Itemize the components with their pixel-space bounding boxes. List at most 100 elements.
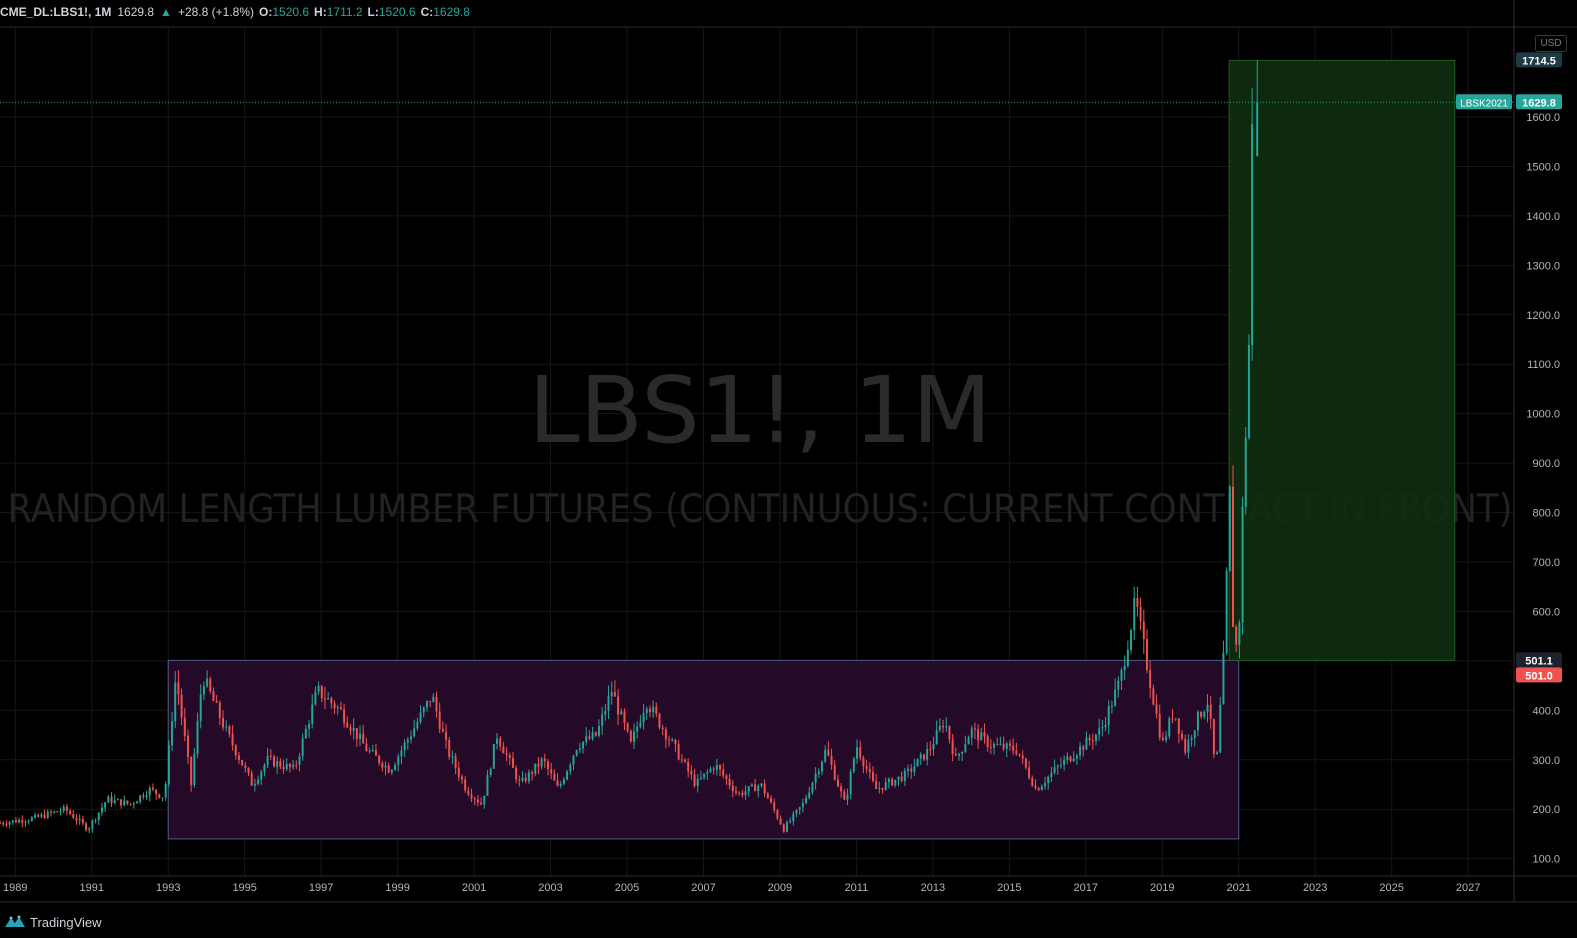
candle-body	[279, 761, 282, 767]
candle-body	[623, 711, 626, 724]
candle-body	[986, 736, 989, 748]
candle-body	[1130, 630, 1133, 650]
candle-body	[8, 822, 11, 825]
candle-body	[750, 784, 753, 787]
price-chart[interactable]: LBS1!, 1M RANDOM LENGTH LUMBER FUTURES (…	[0, 0, 1577, 938]
candle-body	[34, 814, 37, 818]
candle-body	[849, 771, 852, 795]
candle-body	[785, 822, 788, 832]
candle-body	[712, 768, 715, 770]
candle-body	[228, 726, 231, 734]
candle-body	[21, 819, 24, 823]
candle-body	[693, 774, 696, 786]
candle-body	[231, 733, 234, 746]
candle-body	[355, 728, 358, 739]
x-tick-label: 2027	[1456, 882, 1480, 894]
y-tick-label: 1100.0	[1527, 359, 1560, 371]
candle-body	[24, 821, 27, 823]
candle-body	[553, 773, 556, 781]
candle-body	[225, 726, 228, 728]
candle-body	[875, 780, 878, 790]
candle-body	[652, 706, 655, 713]
candle-body	[257, 779, 260, 784]
candle-body	[760, 783, 763, 786]
candle-body	[993, 744, 996, 748]
candle-body	[734, 791, 737, 793]
candle-body	[107, 796, 110, 803]
candle-body	[85, 823, 88, 831]
candle-body	[572, 755, 575, 765]
candle-body	[467, 790, 470, 795]
candle-body	[642, 713, 645, 723]
candle-body	[1187, 740, 1190, 753]
candle-body	[496, 738, 499, 744]
candle-body	[1110, 705, 1113, 707]
candle-body	[556, 780, 559, 786]
candle-body	[1117, 680, 1120, 690]
candle-body	[527, 772, 530, 782]
candle-body	[419, 712, 422, 723]
candle-body	[1177, 718, 1180, 734]
candle-body	[1066, 756, 1069, 760]
candle-body	[696, 778, 699, 786]
candle-body	[814, 773, 817, 783]
candle-body	[559, 783, 562, 786]
candle-body	[1216, 752, 1219, 755]
candle-body	[78, 819, 81, 821]
candle-body	[492, 743, 495, 769]
candle-body	[770, 798, 773, 803]
candle-body	[190, 756, 193, 786]
candle-body	[132, 803, 135, 805]
candle-body	[371, 750, 374, 752]
candle-body	[1219, 704, 1222, 753]
box-top-price-tag: 501.1	[1525, 655, 1553, 667]
candle-body	[1050, 772, 1053, 777]
candle-body	[250, 773, 253, 786]
candle-body	[840, 786, 843, 792]
candle-body	[540, 758, 543, 767]
candle-body	[852, 758, 855, 772]
candle-body	[1212, 718, 1215, 755]
candle-body	[59, 811, 62, 813]
candle-body	[292, 764, 295, 768]
target-rectangle	[1228, 59, 1456, 661]
candle-body	[1095, 734, 1097, 741]
candle-body	[868, 768, 871, 773]
candle-body	[320, 685, 323, 699]
candle-body	[1069, 756, 1072, 762]
candle-body	[779, 818, 782, 825]
candle-body	[206, 678, 209, 686]
candle-body	[706, 771, 709, 774]
candle-body	[94, 820, 97, 822]
candle-body	[1034, 785, 1037, 788]
high-price-tag: 1714.5	[1522, 55, 1556, 67]
candle-body	[996, 744, 999, 746]
candle-body	[935, 729, 938, 745]
candle-body	[1228, 486, 1231, 571]
candle-body	[776, 810, 779, 819]
candle-body	[1155, 704, 1158, 714]
candle-body	[1225, 570, 1228, 653]
candle-body	[1031, 777, 1034, 786]
candle-body	[186, 735, 189, 757]
candle-body	[241, 759, 244, 766]
candle-body	[295, 764, 298, 766]
candle-body	[961, 751, 964, 754]
candle-body	[413, 728, 416, 737]
candle-body	[476, 799, 479, 803]
tradingview-brand[interactable]: TradingView	[4, 912, 102, 932]
candle-body	[846, 794, 849, 800]
candle-body	[486, 774, 489, 796]
candle-body	[738, 792, 741, 794]
candle-body	[1056, 766, 1059, 768]
candle-body	[1232, 486, 1234, 627]
candle-body	[5, 824, 8, 826]
candle-body	[515, 767, 518, 780]
candle-body	[56, 811, 59, 813]
candle-body	[938, 725, 941, 730]
candle-body	[744, 791, 747, 796]
candle-body	[703, 773, 706, 778]
currency-badge[interactable]: USD	[1535, 35, 1567, 52]
candle-body	[1037, 787, 1040, 791]
candle-body	[1012, 745, 1015, 751]
